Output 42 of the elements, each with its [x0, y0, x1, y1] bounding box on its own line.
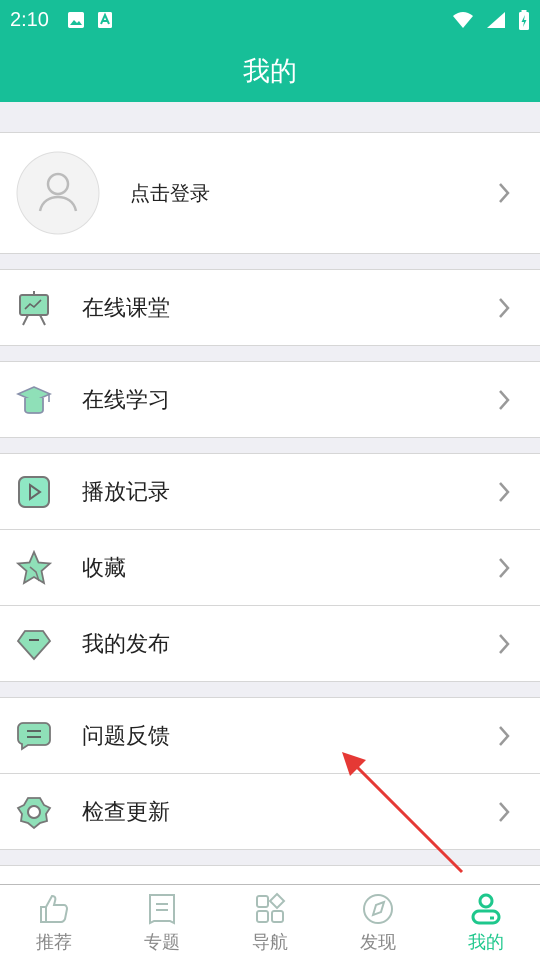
menu-item[interactable]: 我的发布 [0, 606, 540, 682]
chevron-icon [498, 556, 510, 578]
menu-item[interactable]: 收藏 [0, 530, 540, 606]
chevron-icon [498, 800, 510, 822]
wifi-icon [452, 11, 474, 29]
star-icon [16, 550, 52, 586]
menu-label: 问题反馈 [82, 722, 171, 750]
chevron-icon [498, 480, 510, 502]
chevron-icon [498, 724, 510, 746]
signal-icon [486, 11, 506, 29]
person-icon [469, 892, 503, 926]
nav-tab[interactable]: 专题 [108, 885, 216, 960]
image-icon [66, 11, 85, 29]
login-row[interactable]: 点击登录 [0, 133, 540, 254]
nav-tab[interactable]: 导航 [216, 885, 324, 960]
page-title: 我的 [243, 55, 297, 89]
font-icon [96, 11, 113, 29]
nav-tab[interactable]: 发现 [324, 885, 432, 960]
menu-item[interactable]: 检查更新 [0, 774, 540, 850]
menu-label: 检查更新 [82, 798, 171, 826]
chevron-icon [498, 388, 510, 410]
chevron-icon [498, 182, 510, 204]
menu-label: 我的发布 [82, 630, 171, 658]
battery-icon [518, 10, 530, 30]
clock: 2:10 [10, 8, 49, 32]
menu-label: 收藏 [82, 554, 127, 582]
menu-item[interactable]: 在线课堂 [0, 270, 540, 346]
nav-tab[interactable]: 推荐 [0, 885, 108, 960]
menu-label: 播放记录 [82, 478, 171, 506]
chevron-icon [498, 296, 510, 318]
compass-icon [361, 892, 395, 926]
chevron-icon [498, 632, 510, 654]
menu-item[interactable]: 在线学习 [0, 362, 540, 438]
grid-icon [253, 892, 287, 926]
menu-label: 在线学习 [82, 386, 171, 414]
menu-item[interactable]: 播放记录 [0, 454, 540, 530]
avatar-icon [16, 151, 100, 235]
easel-icon [16, 290, 52, 326]
play-icon [16, 474, 52, 510]
menu-item[interactable]: 问题反馈 [0, 698, 540, 774]
menu-label: 在线课堂 [82, 294, 171, 322]
login-label: 点击登录 [130, 180, 211, 206]
